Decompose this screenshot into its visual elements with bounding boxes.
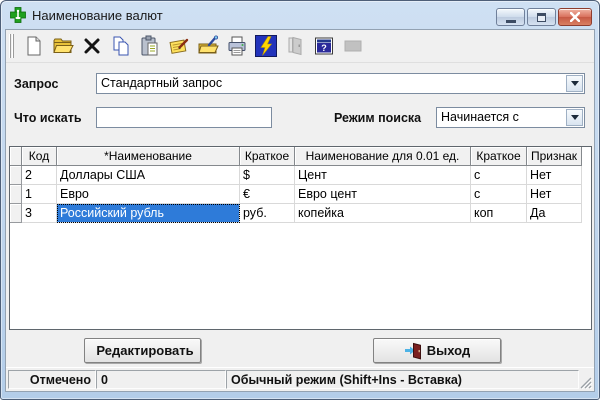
- table-row[interactable]: 2 Доллары США $ Цент с Нет: [10, 166, 591, 185]
- title-bar[interactable]: Наименование валют: [1, 1, 599, 29]
- cell-subunit-name[interactable]: копейка: [295, 204, 471, 223]
- toolbar: ?: [6, 30, 594, 63]
- cell-name-selected[interactable]: Российский рубль: [57, 204, 240, 223]
- cell-code[interactable]: 1: [22, 185, 57, 204]
- chevron-down-icon: [570, 115, 579, 120]
- cell-short[interactable]: $: [240, 166, 295, 185]
- execute-icon[interactable]: [253, 33, 279, 59]
- exit-button-label: Выход: [426, 343, 471, 358]
- search-mode-dropdown-button[interactable]: [566, 109, 583, 126]
- cell-subunit-name[interactable]: Цент: [295, 166, 471, 185]
- query-label: Запрос: [14, 77, 59, 91]
- edit-folder-icon[interactable]: [195, 33, 221, 59]
- edit-button-label: Редактировать: [96, 343, 194, 358]
- cell-name[interactable]: Доллары США: [57, 166, 240, 185]
- status-bar: Отмечено 0 Обычный режим (Shift+Ins - Вс…: [6, 367, 594, 391]
- table-row[interactable]: 1 Евро € Евро цент с Нет: [10, 185, 591, 204]
- cell-code[interactable]: 3: [22, 204, 57, 223]
- close-button[interactable]: [558, 8, 592, 26]
- query-combobox-dropdown-button[interactable]: [566, 75, 583, 92]
- minimize-button[interactable]: [496, 8, 525, 26]
- cell-subunit-short[interactable]: с: [471, 166, 527, 185]
- caption-buttons: [496, 8, 592, 26]
- open-icon[interactable]: [50, 33, 76, 59]
- status-marked-count: 0: [96, 370, 226, 389]
- indicator-header-cell: [10, 147, 22, 166]
- print-icon[interactable]: [224, 33, 250, 59]
- app-window: Наименование валют ? Запрос Стандартный …: [0, 0, 600, 400]
- cell-name[interactable]: Евро: [57, 185, 240, 204]
- status-mode-text: Обычный режим (Shift+Ins - Вставка): [226, 370, 579, 389]
- window-title: Наименование валют: [32, 7, 163, 23]
- resize-grip[interactable]: [579, 376, 592, 389]
- column-header-short[interactable]: Краткое: [240, 147, 295, 166]
- table-row-selected[interactable]: 3 Российский рубль руб. копейка коп Да: [10, 204, 591, 223]
- status-marked-label: Отмечено: [8, 370, 96, 389]
- copy-icon[interactable]: [108, 33, 134, 59]
- paste-icon[interactable]: [137, 33, 163, 59]
- exit-disabled-icon: [282, 33, 308, 59]
- delete-icon[interactable]: [79, 33, 105, 59]
- maximize-button[interactable]: [527, 8, 556, 26]
- cell-flag[interactable]: Да: [527, 204, 582, 223]
- cell-short[interactable]: руб.: [240, 204, 295, 223]
- help-icon[interactable]: ?: [311, 33, 337, 59]
- currency-table: Код *Наименование Краткое Наименование д…: [9, 146, 592, 330]
- search-mode-combobox[interactable]: Начинается с: [436, 107, 585, 128]
- minimize-icon: [505, 19, 516, 23]
- chevron-down-icon: [570, 81, 579, 86]
- search-mode-combobox-value: Начинается с: [441, 110, 519, 124]
- app-icon: [10, 7, 26, 23]
- client-area: ? Запрос Стандартный запрос Что искать Р…: [5, 29, 595, 392]
- exit-door-icon: [404, 342, 421, 359]
- row-indicator: [10, 204, 22, 223]
- svg-text:?: ?: [321, 43, 327, 53]
- new-icon[interactable]: [21, 33, 47, 59]
- column-header-flag[interactable]: Признак: [527, 147, 582, 166]
- cell-flag[interactable]: Нет: [527, 166, 582, 185]
- search-input[interactable]: [96, 107, 272, 128]
- column-header-subunit-name[interactable]: Наименование для 0.01 ед.: [295, 147, 471, 166]
- toolbar-grip[interactable]: [9, 34, 16, 58]
- column-header-name[interactable]: *Наименование: [57, 147, 240, 166]
- search-label: Что искать: [14, 111, 82, 125]
- maximize-icon: [537, 12, 546, 22]
- cell-code[interactable]: 2: [22, 166, 57, 185]
- row-indicator: [10, 185, 22, 204]
- query-combobox[interactable]: Стандартный запрос: [96, 73, 585, 94]
- exit-button[interactable]: Выход: [373, 338, 501, 363]
- blank-disabled-icon: [340, 33, 366, 59]
- cell-short[interactable]: €: [240, 185, 295, 204]
- column-header-subunit-short[interactable]: Краткое: [471, 147, 527, 166]
- cell-subunit-name[interactable]: Евро цент: [295, 185, 471, 204]
- query-combobox-value: Стандартный запрос: [101, 76, 223, 90]
- edit-button[interactable]: Ok Редактировать: [84, 338, 201, 363]
- close-icon: [570, 12, 580, 22]
- search-mode-label: Режим поиска: [334, 111, 422, 125]
- cell-subunit-short[interactable]: с: [471, 185, 527, 204]
- table-header-row: Код *Наименование Краткое Наименование д…: [10, 147, 591, 166]
- column-header-code[interactable]: Код: [22, 147, 57, 166]
- cell-subunit-short[interactable]: коп: [471, 204, 527, 223]
- edit-note-icon[interactable]: [166, 33, 192, 59]
- row-indicator: [10, 166, 22, 185]
- cell-flag[interactable]: Нет: [527, 185, 582, 204]
